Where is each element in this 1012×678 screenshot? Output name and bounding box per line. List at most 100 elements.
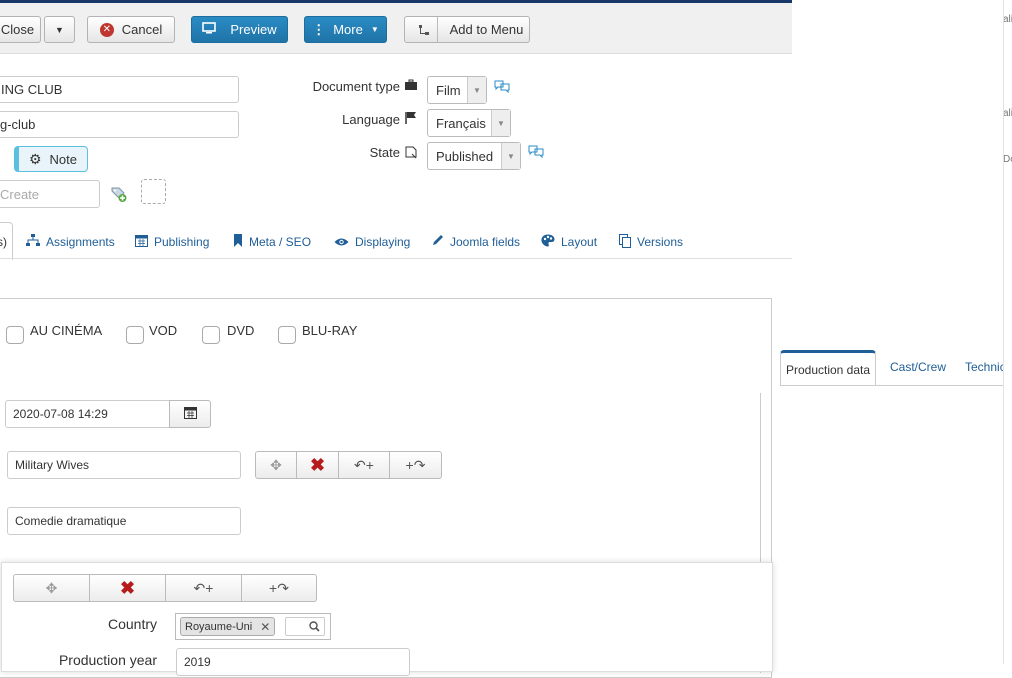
- tags-input[interactable]: Create: [0, 180, 100, 208]
- tab-meta-seo-label: Meta / SEO: [249, 235, 312, 249]
- add-to-menu-label: Add to Menu: [449, 22, 524, 37]
- language-label: Language: [342, 112, 400, 127]
- edge-text-3: Do: [1003, 154, 1012, 165]
- undo-plus-icon: ↶+: [354, 456, 374, 473]
- menu-tree-icon: [411, 17, 438, 42]
- copy-icon: [619, 233, 631, 251]
- checkbox-cinema-label: AU CINÉMA: [30, 323, 103, 338]
- eye-icon: [334, 235, 349, 250]
- checkbox-bluray-label: BLU-RAY: [302, 323, 358, 338]
- more-button[interactable]: ⋮ More ▼: [304, 16, 387, 43]
- tab-publishing[interactable]: Publishing: [135, 232, 209, 252]
- cancel-icon: ✕: [99, 22, 114, 37]
- language-select[interactable]: Français ▼: [427, 109, 511, 137]
- production-year-label: Production year: [58, 652, 157, 668]
- title-value: ING CLUB: [1, 82, 63, 97]
- subform-move-button[interactable]: ✥: [13, 574, 90, 602]
- preview-button-label: Preview: [230, 22, 277, 37]
- caret-down-icon: ▼: [55, 24, 64, 35]
- edge-text-1: ali: [1003, 14, 1012, 25]
- red-x-icon: ✖: [119, 577, 136, 598]
- document-type-value: Film: [436, 82, 461, 98]
- tab-technical[interactable]: Technic: [965, 360, 1003, 374]
- calendar-icon: [135, 234, 148, 250]
- tab-joomla-fields[interactable]: Joomla fields: [431, 232, 520, 252]
- gear-icon: ⚙: [28, 150, 42, 167]
- preview-button[interactable]: Preview: [191, 16, 288, 43]
- note-button-label: Note: [49, 151, 78, 167]
- subform-add-before-button[interactable]: ↶+: [165, 574, 242, 602]
- comment-bubbles-icon[interactable]: [493, 79, 511, 97]
- tab-cast-crew-label: Cast/Crew: [890, 360, 947, 374]
- original-title-input[interactable]: Military Wives: [7, 451, 241, 479]
- tab-displaying[interactable]: Displaying: [334, 232, 410, 252]
- document-type-label: Document type: [312, 79, 400, 94]
- move-arrows-icon: ✥: [45, 579, 58, 596]
- vertical-ellipsis-icon: ⋮: [312, 21, 326, 37]
- tab-production-data[interactable]: Production data: [780, 350, 876, 386]
- tab-details[interactable]: s): [0, 222, 13, 260]
- country-multiselect[interactable]: Royaume-Uni ✕: [175, 613, 331, 640]
- caret-down-icon: ▼: [501, 143, 520, 169]
- toolbar: Close ▼ ✕ Cancel Preview ⋮ More ▼ Add to…: [0, 0, 792, 54]
- image-dropzone[interactable]: [141, 179, 166, 204]
- tabs-divider: [0, 258, 792, 259]
- alias-value: g-club: [0, 117, 36, 132]
- comment-bubbles-icon[interactable]: [527, 144, 545, 162]
- tab-displaying-label: Displaying: [355, 235, 411, 249]
- release-date-input[interactable]: 2020-07-08 14:29: [5, 400, 171, 428]
- checkbox-bluray[interactable]: [278, 326, 296, 344]
- tab-versions[interactable]: Versions: [619, 232, 683, 252]
- country-label: Country: [107, 616, 157, 632]
- move-arrows-icon: ✥: [270, 456, 282, 473]
- checkbox-vod[interactable]: [126, 326, 144, 344]
- title-input[interactable]: ING CLUB: [0, 76, 239, 103]
- tab-layout[interactable]: Layout: [541, 232, 597, 252]
- tab-meta-seo[interactable]: Meta / SEO: [233, 232, 311, 252]
- tab-publishing-label: Publishing: [154, 235, 210, 249]
- note-button[interactable]: ⚙ Note: [14, 146, 88, 172]
- genre-input[interactable]: Comedie dramatique: [7, 507, 241, 535]
- remove-row-button[interactable]: ✖: [296, 451, 339, 479]
- add-after-button[interactable]: +↷: [389, 451, 442, 479]
- add-tag-icon[interactable]: [110, 185, 128, 203]
- checkbox-vod-label: VOD: [149, 323, 178, 338]
- close-button-label: Close: [0, 22, 35, 37]
- tab-joomla-fields-label: Joomla fields: [450, 235, 521, 249]
- plus-redo-icon: +↷: [405, 456, 426, 473]
- add-before-button[interactable]: ↶+: [338, 451, 390, 479]
- production-year-input[interactable]: 2019: [176, 648, 410, 676]
- cancel-button[interactable]: ✕ Cancel: [87, 16, 175, 43]
- remove-tag-icon[interactable]: ✕: [260, 620, 270, 634]
- subform-remove-button[interactable]: ✖: [89, 574, 166, 602]
- close-button[interactable]: Close: [0, 16, 41, 43]
- tab-cast-crew[interactable]: Cast/Crew: [890, 360, 946, 374]
- state-select[interactable]: Published ▼: [427, 142, 521, 170]
- tab-versions-label: Versions: [637, 235, 684, 249]
- checkbox-cinema[interactable]: [6, 326, 24, 344]
- calendar-button[interactable]: [169, 400, 211, 428]
- tab-assignments[interactable]: Assignments: [26, 232, 115, 252]
- edge-text-2: ali: [1003, 108, 1012, 119]
- caret-down-icon: ▼: [491, 110, 510, 136]
- state-label: State: [369, 145, 400, 160]
- alias-input[interactable]: g-club: [0, 111, 239, 138]
- add-to-menu-button[interactable]: Add to Menu: [404, 16, 530, 43]
- move-handle-button[interactable]: ✥: [255, 451, 297, 479]
- red-x-icon: ✖: [309, 454, 326, 475]
- tab-details-label: s): [0, 235, 7, 249]
- palette-icon: [541, 234, 555, 250]
- original-title-value: Military Wives: [15, 458, 89, 472]
- cancel-button-label: Cancel: [121, 22, 163, 37]
- undo-plus-icon: ↶+: [193, 579, 214, 596]
- monitor-icon: [202, 22, 217, 37]
- subform-add-after-button[interactable]: +↷: [241, 574, 317, 602]
- document-type-select[interactable]: Film ▼: [427, 76, 487, 104]
- country-search-box[interactable]: [285, 617, 325, 636]
- language-value: Français: [436, 115, 486, 131]
- close-options-dropdown[interactable]: ▼: [44, 16, 75, 43]
- checkbox-dvd[interactable]: [202, 326, 220, 344]
- sitemap-icon: [26, 234, 40, 250]
- release-date-value: 2020-07-08 14:29: [13, 407, 108, 421]
- bookmark-icon: [233, 234, 243, 250]
